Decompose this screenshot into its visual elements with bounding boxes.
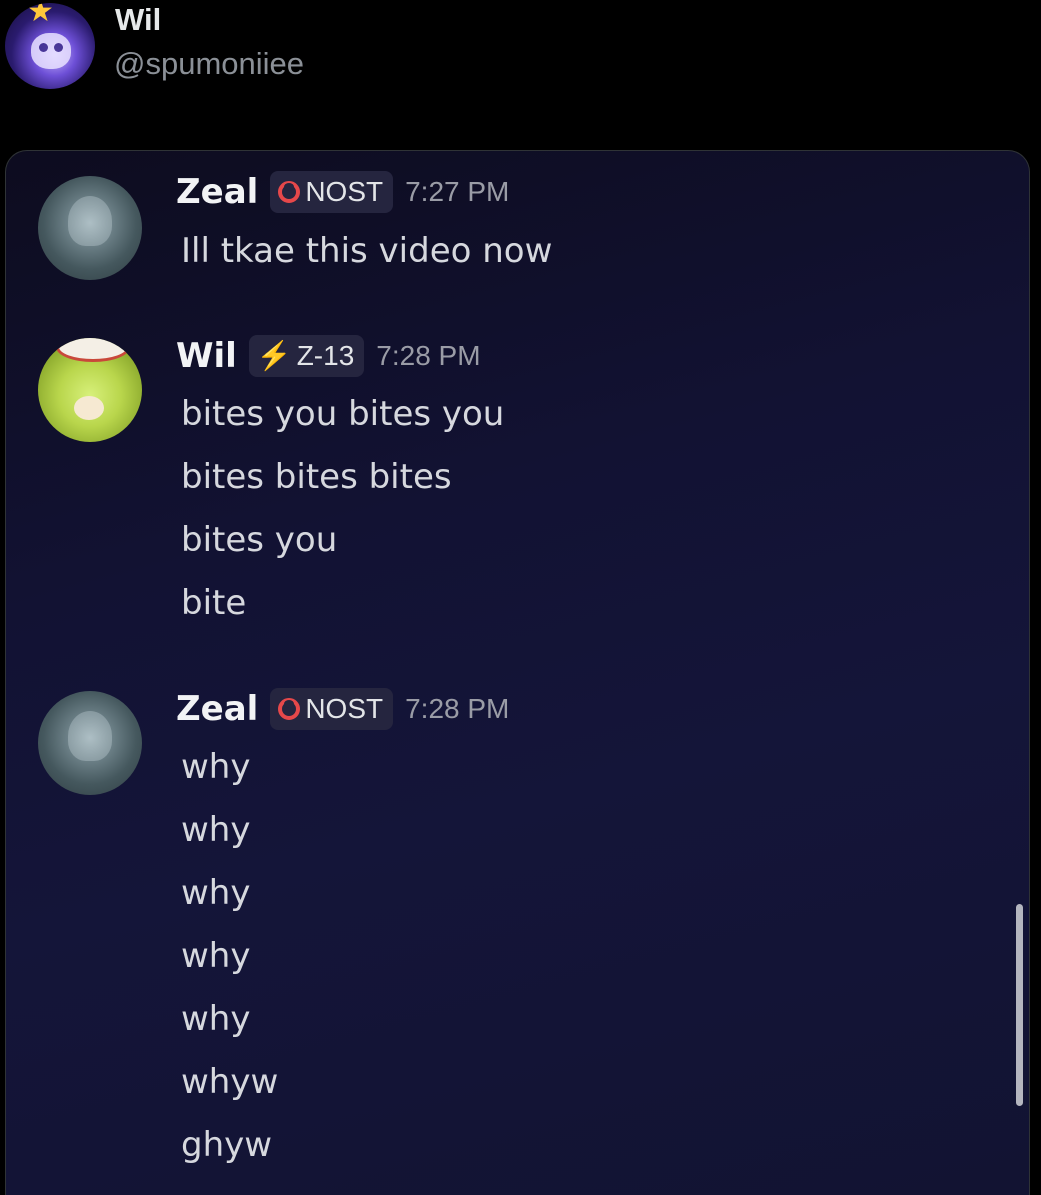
guild-tag-label: Z-13 — [296, 340, 355, 371]
avatar-face — [31, 33, 71, 69]
scrollbar[interactable] — [1016, 904, 1023, 1106]
message-line: why — [181, 936, 251, 976]
guild-tag[interactable]: NOST — [270, 688, 394, 730]
red-ring-icon — [278, 181, 301, 203]
message-line: whyw — [181, 1062, 279, 1102]
guild-tag[interactable]: ⚡ Z-13 — [248, 335, 365, 377]
user-avatar-wil[interactable] — [38, 338, 142, 442]
poster-avatar[interactable]: ★ — [5, 3, 95, 89]
red-ring-icon — [278, 698, 301, 720]
message-line: ghyw — [181, 1125, 273, 1165]
poster-handle[interactable]: @spumoniiee — [114, 46, 304, 82]
username[interactable]: Wil — [176, 336, 237, 376]
message-line: bite — [181, 583, 247, 623]
message-header: Zeal NOST 7:28 PM — [176, 684, 509, 734]
username[interactable]: Zeal — [176, 689, 258, 729]
guild-tag-label: NOST — [305, 693, 384, 724]
username[interactable]: Zeal — [176, 172, 258, 212]
message-line: why — [181, 747, 251, 787]
timestamp: 7:28 PM — [376, 340, 481, 371]
message-line: bites you bites you — [181, 394, 505, 434]
guild-tag-label: NOST — [305, 176, 384, 207]
timestamp: 7:27 PM — [405, 176, 510, 207]
message-header: Wil ⚡ Z-13 7:28 PM — [176, 331, 481, 381]
lightning-icon: ⚡ — [256, 340, 292, 371]
post-header: ★ Wil @spumoniiee — [0, 0, 1041, 100]
timestamp: 7:28 PM — [405, 693, 510, 724]
guild-tag[interactable]: NOST — [270, 171, 394, 213]
message-line: bites bites bites — [181, 457, 452, 497]
message-line: why — [181, 873, 251, 913]
message-line: why — [181, 810, 251, 850]
star-icon: ★ — [27, 3, 54, 29]
message-line: why — [181, 999, 251, 1039]
user-avatar-zeal[interactable] — [38, 176, 142, 280]
user-avatar-zeal[interactable] — [38, 691, 142, 795]
chat-screenshot: Zeal NOST 7:27 PM Ill tkae this video no… — [5, 150, 1030, 1195]
poster-name[interactable]: Wil — [115, 2, 161, 38]
message-line: Ill tkae this video now — [181, 231, 553, 271]
message-header: Zeal NOST 7:27 PM — [176, 167, 509, 217]
message-line: bites you — [181, 520, 338, 560]
